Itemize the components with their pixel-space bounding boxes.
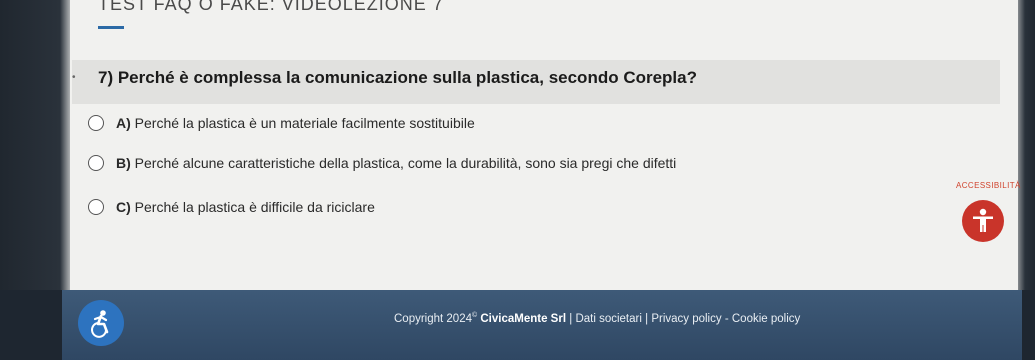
footer-left-edge bbox=[0, 290, 62, 360]
copyright-symbol: © bbox=[472, 312, 478, 319]
footer-right-edge bbox=[1022, 290, 1035, 360]
footer-separator: | bbox=[569, 312, 573, 325]
option-a[interactable]: A) Perché la plastica è un materiale fac… bbox=[88, 113, 475, 133]
brand-name: CivicaMente Srl bbox=[480, 312, 567, 325]
option-c-text: Perché la plastica è difficile da ricicl… bbox=[134, 199, 375, 215]
title-underline bbox=[98, 26, 124, 29]
radio-c[interactable] bbox=[88, 199, 104, 215]
accessibility-badge-icon bbox=[91, 310, 109, 338]
radio-b[interactable] bbox=[88, 155, 104, 171]
question-text: 7) Perché è complessa la comunicazione s… bbox=[98, 68, 697, 87]
quiz-page: TEST FAQ O FAKE: VIDEOLEZIONE 7 • 7) Per… bbox=[70, 0, 1021, 290]
cookie-policy-link[interactable]: Cookie policy bbox=[732, 313, 800, 325]
page-title: TEST FAQ O FAKE: VIDEOLEZIONE 7 bbox=[98, 0, 444, 14]
option-c-label: C) Perché la plastica è difficile da ric… bbox=[116, 199, 375, 215]
footer-separator: - bbox=[724, 312, 729, 325]
option-a-text: Perché la plastica è un materiale facilm… bbox=[134, 115, 475, 131]
copyright-text: Copyright 2024 bbox=[394, 312, 472, 325]
footer-separator: | bbox=[645, 312, 649, 325]
option-c-letter: C) bbox=[116, 199, 131, 215]
option-b-letter: B) bbox=[116, 155, 131, 171]
privacy-policy-link[interactable]: Privacy policy bbox=[651, 313, 721, 325]
accessibility-label: ACCESSIBILITÀ bbox=[956, 181, 1021, 190]
accessibility-badge[interactable] bbox=[78, 300, 124, 346]
bullet-dot-icon: • bbox=[72, 72, 76, 83]
radio-a[interactable] bbox=[88, 115, 104, 131]
company-info-link[interactable]: Dati societari bbox=[575, 313, 641, 325]
footer bbox=[0, 290, 1035, 360]
footer-copyright: Copyright 2024© CivicaMente Srl | Dati s… bbox=[394, 312, 800, 325]
option-b-text: Perché alcune caratteristiche della plas… bbox=[134, 155, 677, 171]
option-c[interactable]: C) Perché la plastica è difficile da ric… bbox=[88, 197, 375, 217]
accessibility-button[interactable] bbox=[962, 200, 1004, 242]
accessibility-person-icon bbox=[973, 208, 993, 232]
option-a-label: A) Perché la plastica è un materiale fac… bbox=[116, 115, 475, 131]
option-a-letter: A) bbox=[116, 115, 131, 131]
option-b-label: B) Perché alcune caratteristiche della p… bbox=[116, 155, 676, 171]
option-b[interactable]: B) Perché alcune caratteristiche della p… bbox=[88, 153, 676, 173]
